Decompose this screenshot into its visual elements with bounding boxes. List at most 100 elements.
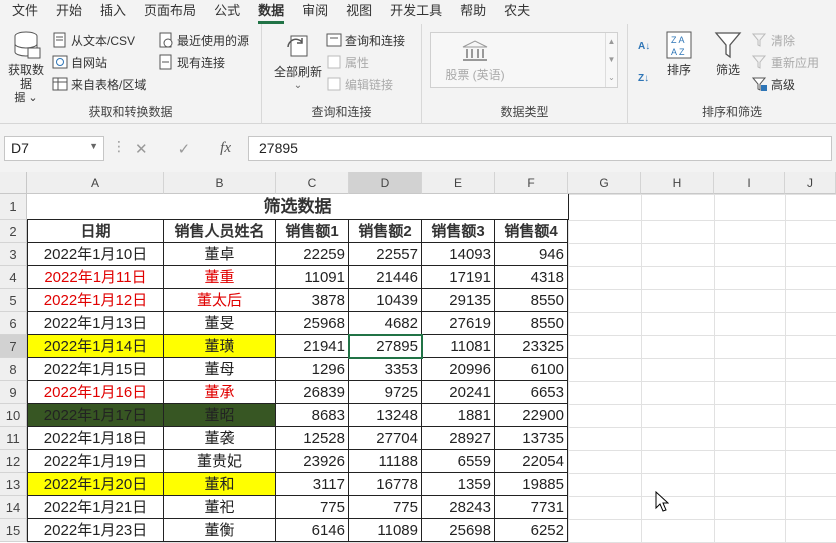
cancel-icon[interactable]: ✕ <box>135 140 148 158</box>
reapply-button[interactable]: 重新应用 <box>751 52 819 72</box>
sales-cell[interactable]: 13735 <box>495 427 568 450</box>
sales-cell[interactable]: 6653 <box>495 381 568 404</box>
name-cell[interactable]: 董重 <box>164 266 276 289</box>
date-cell[interactable]: 2022年1月15日 <box>27 358 164 381</box>
date-cell[interactable]: 2022年1月23日 <box>27 519 164 542</box>
name-cell[interactable]: 董承 <box>164 381 276 404</box>
refresh-all-button[interactable]: 全部刷新 ⌄ <box>270 32 326 93</box>
sales-cell[interactable]: 4682 <box>349 312 422 335</box>
name-cell[interactable]: 董衡 <box>164 519 276 542</box>
column-header-A[interactable]: A <box>27 172 164 194</box>
sales-cell[interactable]: 6100 <box>495 358 568 381</box>
get-data-button[interactable]: 获取数据 据 ⌄ <box>4 30 48 105</box>
name-cell[interactable]: 董母 <box>164 358 276 381</box>
name-cell[interactable]: 董卓 <box>164 243 276 266</box>
row-header-7[interactable]: 7 <box>0 335 27 358</box>
sales-cell[interactable]: 775 <box>349 496 422 519</box>
sales-cell[interactable]: 10439 <box>349 289 422 312</box>
sales-cell[interactable]: 22557 <box>349 243 422 266</box>
sales-cell[interactable]: 21941 <box>276 335 349 358</box>
sales-cell[interactable]: 11188 <box>349 450 422 473</box>
chevron-down-icon[interactable]: ▼ <box>89 141 98 151</box>
sales-cell[interactable]: 11081 <box>422 335 495 358</box>
row-header-9[interactable]: 9 <box>0 381 27 404</box>
filter-button[interactable]: 筛选 <box>710 30 746 77</box>
sales-cell[interactable]: 22054 <box>495 450 568 473</box>
column-header-H[interactable]: H <box>641 172 714 194</box>
date-cell[interactable]: 2022年1月17日 <box>27 404 164 427</box>
name-cell[interactable]: 董昭 <box>164 404 276 427</box>
name-cell[interactable]: 董璜 <box>164 335 276 358</box>
row-header-6[interactable]: 6 <box>0 312 27 335</box>
row-header-13[interactable]: 13 <box>0 473 27 496</box>
name-cell[interactable]: 董袭 <box>164 427 276 450</box>
menu-item-6[interactable]: 审阅 <box>293 0 337 24</box>
existing-connections-button[interactable]: 现有连接 <box>158 52 225 72</box>
formula-input[interactable]: 27895 <box>248 136 832 161</box>
recent-sources-button[interactable]: 最近使用的源 <box>158 30 249 50</box>
sales-cell[interactable]: 12528 <box>276 427 349 450</box>
sales-cell[interactable]: 6559 <box>422 450 495 473</box>
name-cell[interactable]: 董旻 <box>164 312 276 335</box>
edit-links-button[interactable]: 编辑链接 <box>326 74 393 94</box>
row-header-1[interactable]: 1 <box>0 194 27 220</box>
sales-cell[interactable]: 19885 <box>495 473 568 496</box>
sales-cell[interactable]: 9725 <box>349 381 422 404</box>
confirm-icon[interactable]: ✓ <box>178 140 191 158</box>
date-cell[interactable]: 2022年1月10日 <box>27 243 164 266</box>
sales-cell[interactable]: 22259 <box>276 243 349 266</box>
sales-cell[interactable]: 14093 <box>422 243 495 266</box>
sales-cell[interactable]: 6252 <box>495 519 568 542</box>
sales-cell[interactable]: 8683 <box>276 404 349 427</box>
menu-item-10[interactable]: 农夫 <box>495 0 539 24</box>
sales-cell[interactable]: 28243 <box>422 496 495 519</box>
insert-function-button[interactable]: fx <box>220 140 231 157</box>
row-header-12[interactable]: 12 <box>0 450 27 473</box>
select-all-corner[interactable] <box>0 172 27 194</box>
sales-cell[interactable]: 1881 <box>422 404 495 427</box>
row-header-11[interactable]: 11 <box>0 427 27 450</box>
stocks-type[interactable]: 股票 (英语) <box>431 39 519 83</box>
properties-button[interactable]: 属性 <box>326 52 369 72</box>
menu-item-1[interactable]: 开始 <box>47 0 91 24</box>
sales-cell[interactable]: 17191 <box>422 266 495 289</box>
row-header-15[interactable]: 15 <box>0 519 27 542</box>
sales-cell[interactable]: 16778 <box>349 473 422 496</box>
column-header-D[interactable]: D <box>349 172 422 194</box>
column-header-C[interactable]: C <box>276 172 349 194</box>
sales-cell[interactable]: 3878 <box>276 289 349 312</box>
menu-item-9[interactable]: 帮助 <box>451 0 495 24</box>
from-text-csv-button[interactable]: 从文本/CSV <box>52 30 135 50</box>
menu-item-5[interactable]: 数据 <box>249 0 293 24</box>
sort-desc-button[interactable]: Z↓ <box>638 68 649 88</box>
name-cell[interactable]: 董贵妃 <box>164 450 276 473</box>
data-type-gallery[interactable]: 股票 (英语) ▲ ▼ ⌄ <box>430 32 618 88</box>
sales-cell[interactable]: 8550 <box>495 312 568 335</box>
sales-cell[interactable]: 20241 <box>422 381 495 404</box>
row-header-2[interactable]: 2 <box>0 220 27 243</box>
advanced-filter-button[interactable]: 高级 <box>751 74 795 94</box>
sales-cell[interactable]: 1296 <box>276 358 349 381</box>
sort-button[interactable]: Z A A Z 排序 <box>664 30 694 77</box>
sales-cell[interactable]: 8550 <box>495 289 568 312</box>
name-cell[interactable]: 董和 <box>164 473 276 496</box>
row-header-10[interactable]: 10 <box>0 404 27 427</box>
sales-cell[interactable]: 27704 <box>349 427 422 450</box>
menu-item-2[interactable]: 插入 <box>91 0 135 24</box>
date-cell[interactable]: 2022年1月12日 <box>27 289 164 312</box>
sales-cell[interactable]: 26839 <box>276 381 349 404</box>
menu-item-7[interactable]: 视图 <box>337 0 381 24</box>
sales-cell[interactable]: 23325 <box>495 335 568 358</box>
queries-connections-button[interactable]: 查询和连接 <box>326 30 405 50</box>
sales-cell[interactable]: 20996 <box>422 358 495 381</box>
sort-asc-button[interactable]: A↓ <box>638 36 650 56</box>
row-header-14[interactable]: 14 <box>0 496 27 519</box>
date-cell[interactable]: 2022年1月21日 <box>27 496 164 519</box>
from-web-button[interactable]: 自网站 <box>52 52 107 72</box>
column-header-G[interactable]: G <box>568 172 641 194</box>
sales-cell[interactable]: 1359 <box>422 473 495 496</box>
name-box[interactable]: D7 ▼ <box>4 136 104 161</box>
column-header-B[interactable]: B <box>164 172 276 194</box>
date-cell[interactable]: 2022年1月11日 <box>27 266 164 289</box>
sales-cell[interactable]: 11091 <box>276 266 349 289</box>
